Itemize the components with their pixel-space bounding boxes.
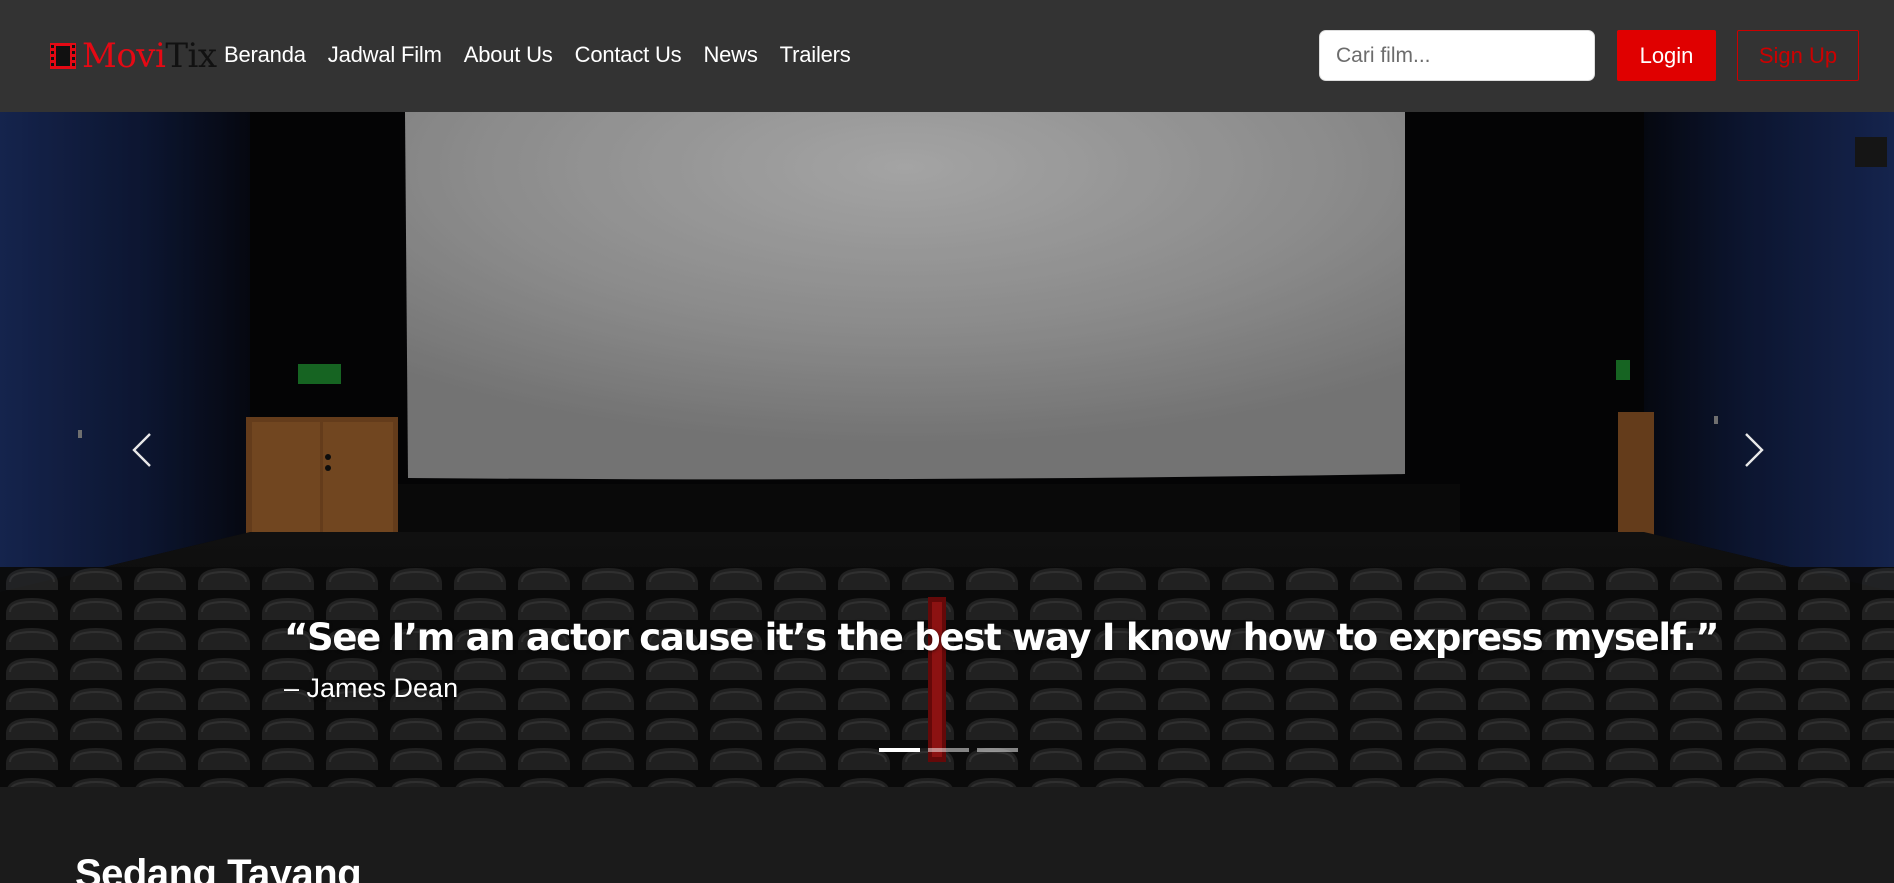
hero-carousel: “See I’m an actor cause it’s the best wa…	[0, 112, 1894, 787]
login-button[interactable]: Login	[1617, 30, 1716, 81]
film-strip-icon	[50, 43, 76, 69]
signup-button[interactable]: Sign Up	[1737, 30, 1859, 81]
section-title-now-showing: Sedang Tayang	[75, 852, 362, 883]
carousel-quote: “See I’m an actor cause it’s the best wa…	[284, 616, 1720, 659]
nav-link-news[interactable]: News	[703, 38, 757, 72]
nav-link-contact-us[interactable]: Contact Us	[575, 38, 682, 72]
carousel-indicators	[879, 748, 1018, 752]
chevron-left-icon	[132, 432, 151, 467]
nav-link-beranda[interactable]: Beranda	[224, 38, 306, 72]
brand-logo[interactable]: MoviTix	[48, 36, 217, 76]
nav-link-trailers[interactable]: Trailers	[780, 38, 851, 72]
nav-link-jadwal-film[interactable]: Jadwal Film	[328, 38, 442, 72]
brand-name: MoviTix	[82, 36, 217, 76]
chevron-right-icon	[1745, 432, 1764, 467]
carousel-indicator-3[interactable]	[977, 748, 1018, 752]
nav-link-about-us[interactable]: About Us	[464, 38, 553, 72]
carousel-caption: “See I’m an actor cause it’s the best wa…	[284, 612, 1720, 708]
carousel-indicator-2[interactable]	[928, 748, 969, 752]
carousel-prev-button[interactable]	[112, 412, 172, 487]
search-input[interactable]	[1319, 30, 1595, 81]
carousel-quote-author: – James Dean	[284, 673, 459, 703]
carousel-next-button[interactable]	[1724, 412, 1784, 487]
carousel-indicator-1[interactable]	[879, 748, 920, 752]
navbar: MoviTix Beranda Jadwal Film About Us Con…	[0, 0, 1894, 112]
nav-links: Beranda Jadwal Film About Us Contact Us …	[224, 38, 873, 72]
